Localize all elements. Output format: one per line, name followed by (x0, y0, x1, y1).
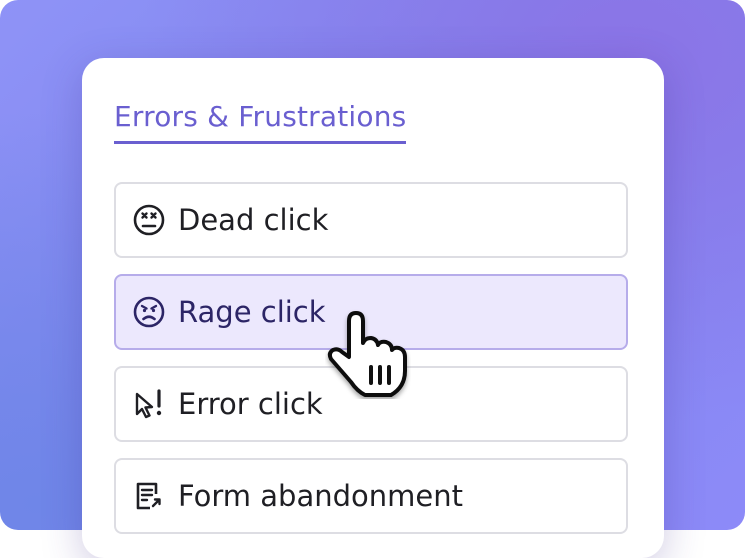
pointer-hand-cursor-icon (327, 311, 407, 397)
angry-face-icon (132, 295, 166, 329)
list-item-dead-click[interactable]: Dead click (114, 182, 628, 258)
list-item-label: Dead click (178, 203, 329, 237)
list-item-label: Error click (178, 387, 323, 421)
panel-title-tab[interactable]: Errors & Frustrations (114, 100, 407, 144)
dead-face-icon (132, 203, 166, 237)
list-item-label: Rage click (178, 295, 326, 329)
form-arrow-icon (132, 479, 166, 513)
list-item-label: Form abandonment (178, 479, 463, 513)
cursor-exclamation-icon (132, 387, 166, 421)
list-item-form-abandonment[interactable]: Form abandonment (114, 458, 628, 534)
